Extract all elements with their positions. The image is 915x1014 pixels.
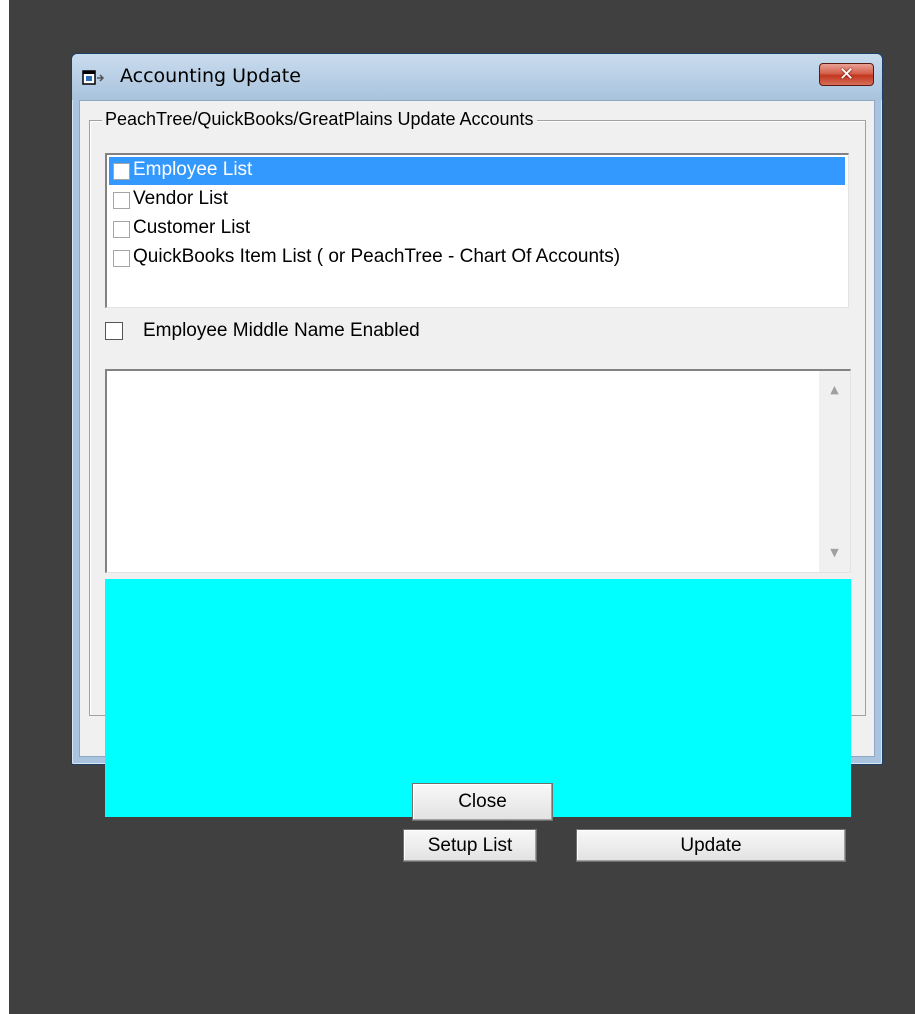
list-item-checkbox[interactable] [113,221,130,238]
log-textarea[interactable]: ▲ ▼ [105,369,851,573]
list-item-label: QuickBooks Item List ( or PeachTree - Ch… [133,246,621,267]
accounting-update-window: Accounting Update ✕ PeachTree/QuickBooks… [71,53,883,862]
close-window-button[interactable]: ✕ [819,63,874,86]
list-item-vendor-list[interactable]: Vendor List [109,186,845,214]
scroll-up-arrow-icon[interactable]: ▲ [819,375,850,405]
list-item-checkbox[interactable] [113,163,130,180]
status-panel [105,579,851,817]
update-button[interactable]: Update [576,829,846,862]
list-item-customer-list[interactable]: Customer List [109,215,845,243]
middle-name-checkbox[interactable] [105,322,123,340]
list-item-label: Employee List [133,159,253,181]
groupbox-caption: PeachTree/QuickBooks/GreatPlains Update … [102,109,537,130]
window-title: Accounting Update [120,65,301,87]
app-window-icon [82,70,105,85]
setup-list-button[interactable]: Setup List [403,829,537,862]
list-item-label: Vendor List [133,188,229,209]
close-button[interactable]: Close [412,783,553,821]
desktop-background: Accounting Update ✕ PeachTree/QuickBooks… [9,0,915,1014]
close-icon: ✕ [838,64,855,85]
list-item-checkbox[interactable] [113,250,130,267]
list-item-checkbox[interactable] [113,192,130,209]
middle-name-checkbox-label: Employee Middle Name Enabled [143,320,420,341]
list-item-label: Customer List [133,217,251,238]
account-type-checklist[interactable]: Employee List Vendor List Customer List … [105,153,849,308]
list-item-quickbooks-item-list[interactable]: QuickBooks Item List ( or PeachTree - Ch… [109,244,845,272]
title-bar[interactable]: Accounting Update ✕ [72,54,882,100]
dialog-client-area: PeachTree/QuickBooks/GreatPlains Update … [79,100,875,862]
update-accounts-groupbox: PeachTree/QuickBooks/GreatPlains Update … [89,109,866,862]
scroll-down-arrow-icon[interactable]: ▼ [819,538,850,568]
vertical-scrollbar[interactable]: ▲ ▼ [819,371,850,572]
list-item-employee-list[interactable]: Employee List [109,157,845,185]
